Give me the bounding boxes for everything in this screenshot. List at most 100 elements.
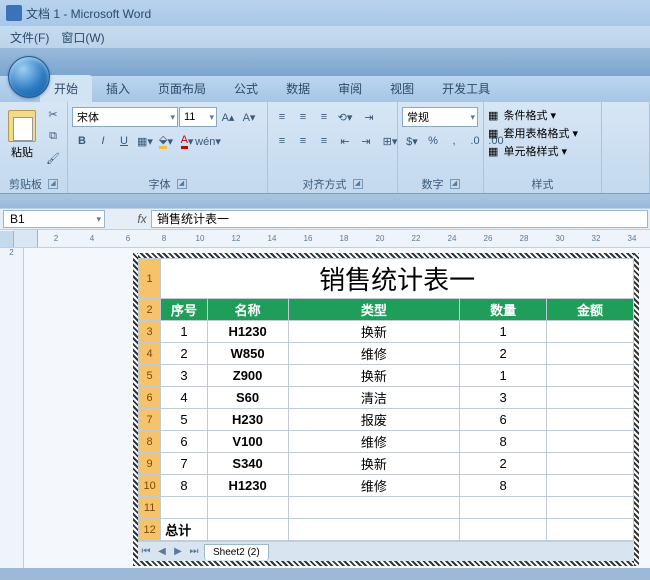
cell[interactable]: 3 — [161, 365, 207, 387]
tab-view[interactable]: 视图 — [376, 75, 428, 102]
cell[interactable]: 1 — [460, 365, 547, 387]
align-middle-button[interactable]: ≡ — [293, 107, 313, 127]
table-row[interactable]: 12总计 — [139, 519, 634, 541]
cell[interactable] — [288, 497, 460, 519]
document-area[interactable]: 1销售统计表一2序号名称类型数量金额31H1230换新142W850维修253Z… — [24, 248, 650, 568]
tab-nav-last[interactable]: ⏭ — [186, 546, 202, 557]
formula-input[interactable]: 销售统计表一 — [151, 210, 648, 228]
cell[interactable]: S340 — [207, 453, 288, 475]
phonetic-button[interactable]: wén▾ — [198, 131, 218, 151]
cell[interactable]: 5 — [161, 409, 207, 431]
tab-nav-first[interactable]: ⏮ — [138, 546, 154, 557]
copy-button[interactable]: ⧉ — [43, 126, 63, 146]
cell[interactable]: 2 — [139, 299, 161, 321]
orientation-button[interactable]: ⟲▾ — [335, 107, 355, 127]
cell[interactable]: 8 — [460, 431, 547, 453]
cell-style-button[interactable]: ▦ 单元格样式 ▾ — [488, 143, 567, 159]
cell[interactable]: 7 — [139, 409, 161, 431]
cell[interactable] — [547, 409, 634, 431]
italic-button[interactable]: I — [93, 131, 113, 151]
cell[interactable]: 12 — [139, 519, 161, 541]
cell[interactable] — [547, 321, 634, 343]
cell[interactable]: 8 — [139, 431, 161, 453]
tab-data[interactable]: 数据 — [272, 75, 324, 102]
cell[interactable]: 换新 — [288, 453, 460, 475]
table-row[interactable]: 2序号名称类型数量金额 — [139, 299, 634, 321]
grow-font-button[interactable]: A▴ — [218, 107, 238, 127]
sheet-tab[interactable]: Sheet2 (2) — [204, 544, 269, 560]
indent-inc-button[interactable]: ⇥ — [356, 131, 376, 151]
font-dialog-icon[interactable]: ◢ — [177, 179, 187, 189]
tab-dev[interactable]: 开发工具 — [428, 75, 504, 102]
clipboard-dialog-icon[interactable]: ◢ — [48, 179, 58, 189]
table-row[interactable]: 75H230报废6 — [139, 409, 634, 431]
table-row[interactable]: 64S60清洁3 — [139, 387, 634, 409]
table-format-button[interactable]: ▦ 套用表格格式 ▾ — [488, 125, 578, 141]
cell[interactable]: 3 — [460, 387, 547, 409]
table-row[interactable]: 86V100维修8 — [139, 431, 634, 453]
font-size-combo[interactable]: 11 — [179, 107, 217, 127]
cell[interactable] — [547, 343, 634, 365]
cell[interactable]: 10 — [139, 475, 161, 497]
align-bottom-button[interactable]: ≡ — [314, 107, 334, 127]
cell[interactable]: 换新 — [288, 365, 460, 387]
table-row[interactable]: 108H1230维修8 — [139, 475, 634, 497]
column-header[interactable]: 名称 — [207, 299, 288, 321]
cell[interactable]: 4 — [161, 387, 207, 409]
column-header[interactable]: 数量 — [460, 299, 547, 321]
align-right-button[interactable]: ≡ — [314, 131, 334, 151]
office-button[interactable] — [8, 56, 50, 98]
cell[interactable]: 维修 — [288, 343, 460, 365]
cell[interactable] — [547, 431, 634, 453]
tab-review[interactable]: 审阅 — [324, 75, 376, 102]
tab-formula[interactable]: 公式 — [220, 75, 272, 102]
cell[interactable] — [547, 497, 634, 519]
cell[interactable] — [460, 519, 547, 541]
cell[interactable]: 8 — [460, 475, 547, 497]
inc-decimal-button[interactable]: .0 — [465, 131, 485, 151]
name-box[interactable]: B1 — [3, 210, 105, 228]
cell[interactable] — [547, 475, 634, 497]
indent-dec-button[interactable]: ⇤ — [335, 131, 355, 151]
number-format-combo[interactable]: 常规 — [402, 107, 478, 127]
column-header[interactable]: 序号 — [161, 299, 207, 321]
cell[interactable]: 7 — [161, 453, 207, 475]
cell[interactable]: 1 — [161, 321, 207, 343]
cell[interactable]: 维修 — [288, 431, 460, 453]
cell[interactable]: 4 — [139, 343, 161, 365]
cell[interactable]: 报废 — [288, 409, 460, 431]
wrap-text-button[interactable]: ⇥ — [356, 107, 382, 127]
border-button[interactable]: ▦▾ — [135, 131, 155, 151]
cell[interactable]: V100 — [207, 431, 288, 453]
cell[interactable]: 6 — [460, 409, 547, 431]
cell[interactable]: 维修 — [288, 475, 460, 497]
align-top-button[interactable]: ≡ — [272, 107, 292, 127]
table-row[interactable]: 53Z900换新1 — [139, 365, 634, 387]
tab-layout[interactable]: 页面布局 — [144, 75, 220, 102]
cell[interactable] — [547, 365, 634, 387]
menu-file[interactable]: 文件(F) — [6, 27, 53, 48]
cell[interactable]: 5 — [139, 365, 161, 387]
cell[interactable] — [207, 497, 288, 519]
percent-button[interactable]: % — [423, 131, 443, 151]
cell[interactable] — [547, 387, 634, 409]
cell[interactable]: 2 — [460, 343, 547, 365]
embedded-sheet[interactable]: 1销售统计表一2序号名称类型数量金额31H1230换新142W850维修253Z… — [138, 258, 634, 561]
tab-nav-next[interactable]: ▶ — [170, 546, 186, 557]
comma-button[interactable]: , — [444, 131, 464, 151]
paste-button[interactable]: 粘贴 — [4, 104, 40, 166]
cell[interactable]: 2 — [161, 343, 207, 365]
bold-button[interactable]: B — [72, 131, 92, 151]
cell[interactable]: 3 — [139, 321, 161, 343]
cell[interactable]: 1 — [460, 321, 547, 343]
table-row[interactable]: 42W850维修2 — [139, 343, 634, 365]
number-dialog-icon[interactable]: ◢ — [450, 179, 460, 189]
menu-window[interactable]: 窗口(W) — [57, 27, 108, 48]
table-row[interactable]: 1销售统计表一 — [139, 259, 634, 299]
align-dialog-icon[interactable]: ◢ — [353, 179, 363, 189]
cell[interactable]: 换新 — [288, 321, 460, 343]
cell[interactable]: S60 — [207, 387, 288, 409]
cell[interactable]: 清洁 — [288, 387, 460, 409]
cell[interactable] — [547, 519, 634, 541]
font-name-combo[interactable]: 宋体 — [72, 107, 178, 127]
